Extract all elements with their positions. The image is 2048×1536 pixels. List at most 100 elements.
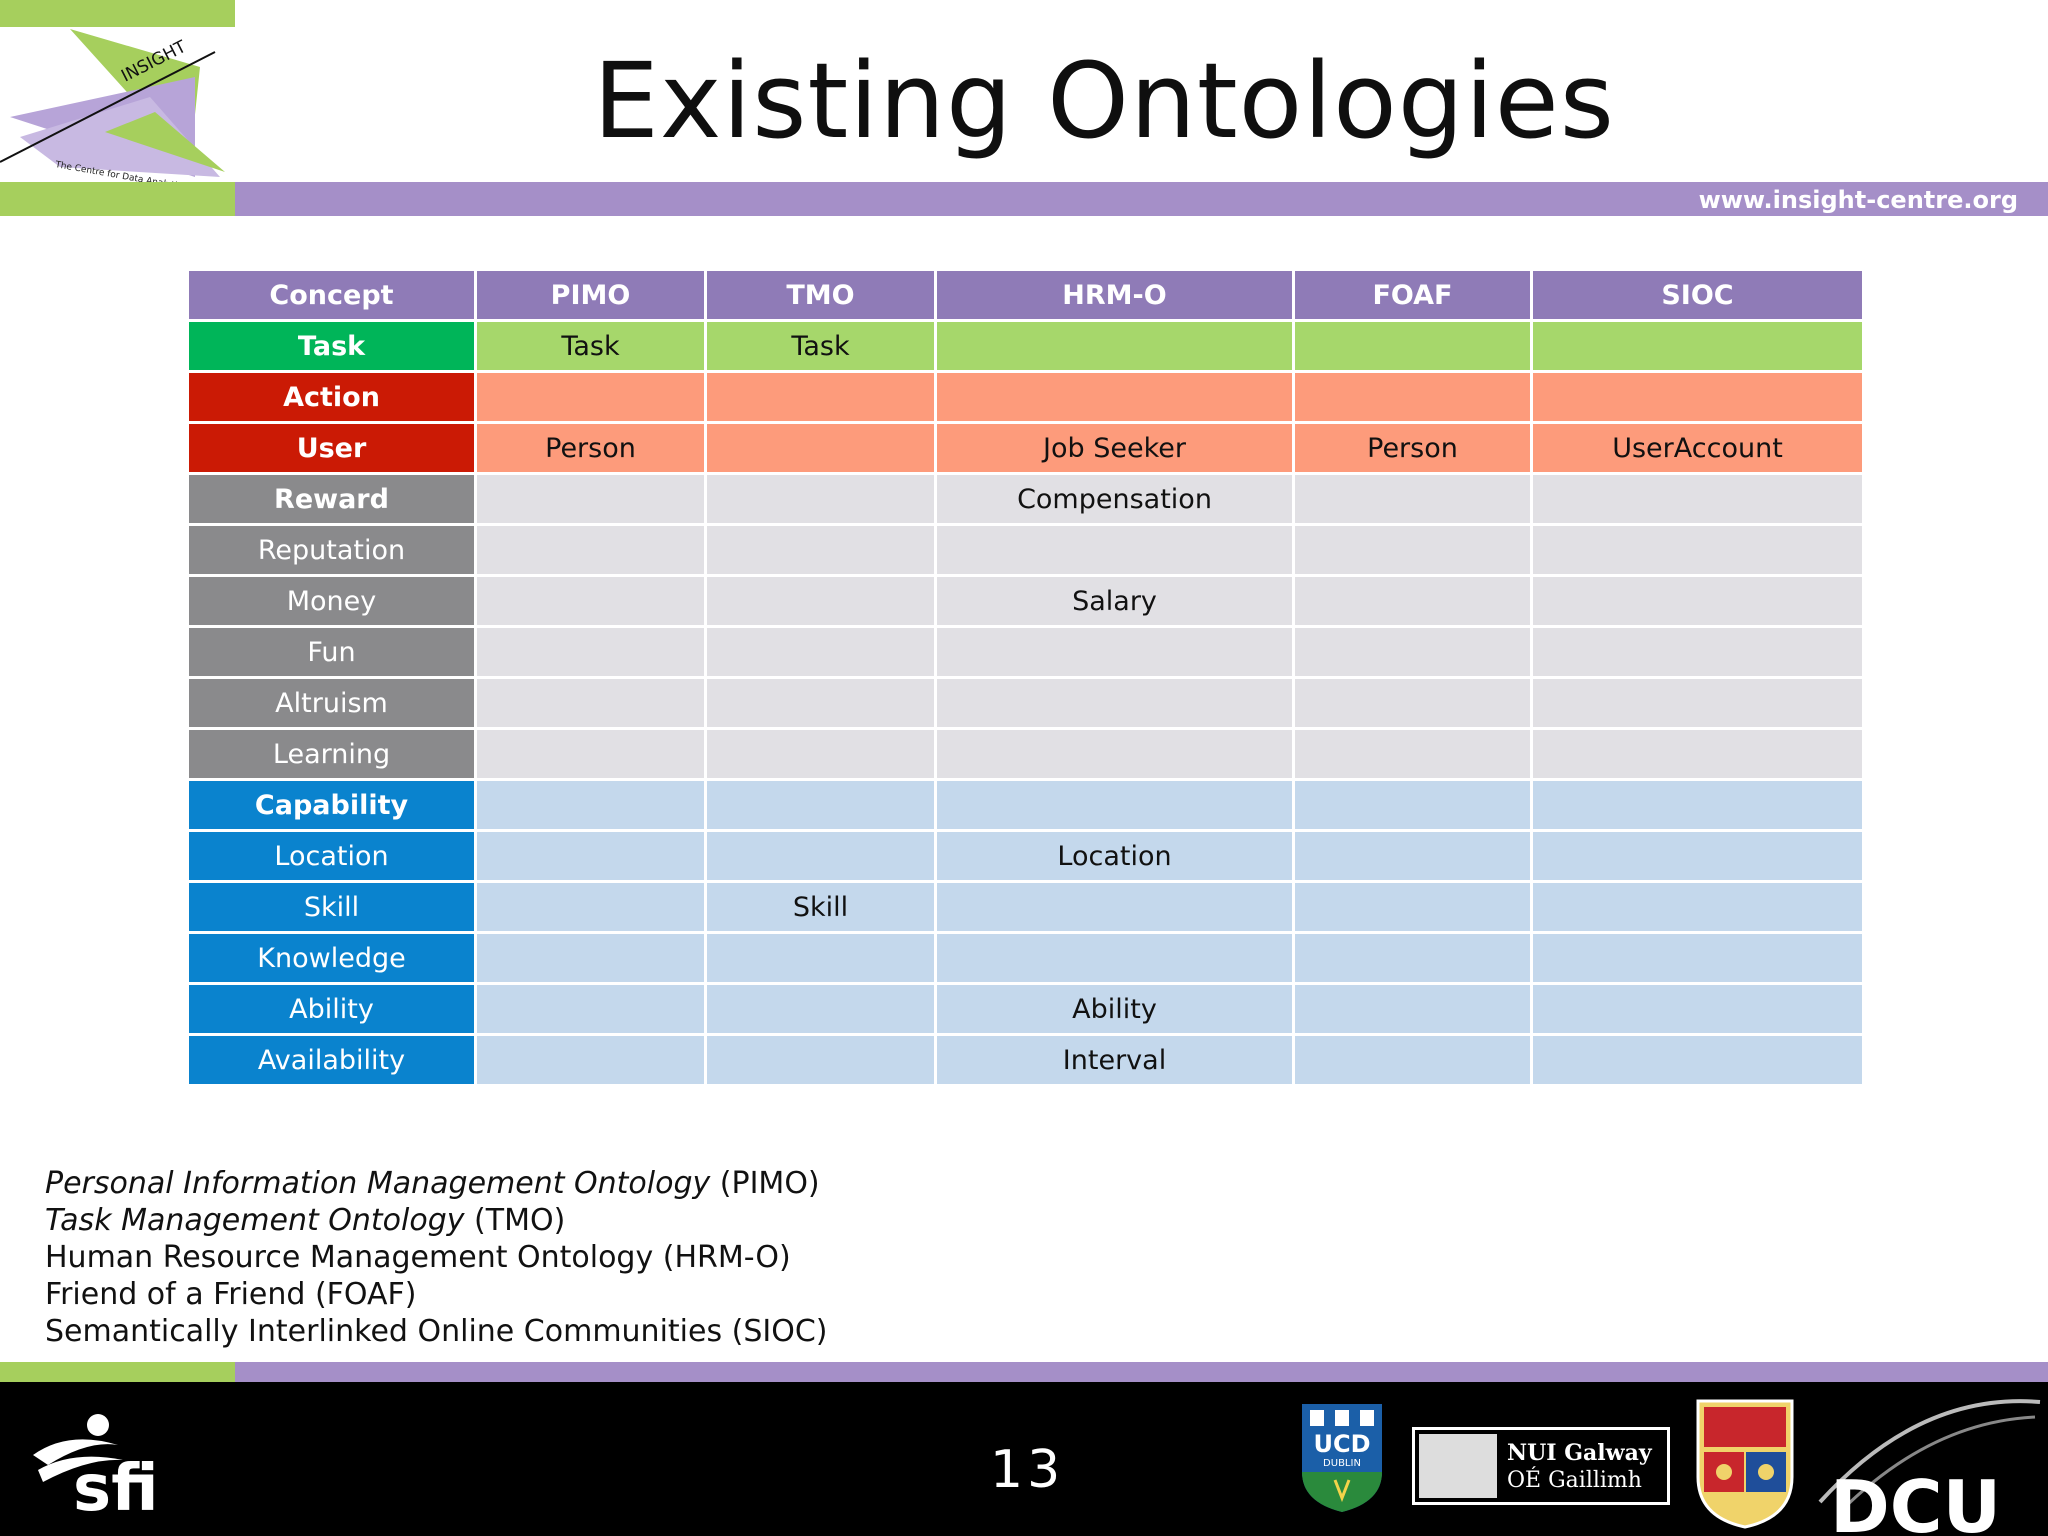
legend-abbr: (TMO) bbox=[464, 1203, 566, 1238]
ucd-logo: UCD DUBLIN bbox=[1302, 1404, 1382, 1512]
table-cell bbox=[934, 778, 1295, 832]
concept-cell: Altruism bbox=[186, 676, 477, 730]
table-cell: Compensation bbox=[934, 472, 1295, 526]
table-row: Availability Interval bbox=[186, 1033, 1865, 1087]
table-cell bbox=[474, 625, 707, 679]
legend-abbr: (PIMO) bbox=[710, 1166, 820, 1201]
legend-item: Human Resource Management Ontology (HRM-… bbox=[45, 1239, 828, 1276]
concept-cell: Task bbox=[186, 319, 477, 373]
nuig-line2: OÉ Gaillimh bbox=[1507, 1468, 1642, 1493]
header-cell: PIMO bbox=[474, 268, 707, 322]
concept-cell: Money bbox=[186, 574, 477, 628]
concept-cell: Ability bbox=[186, 982, 477, 1036]
table-cell bbox=[1530, 472, 1865, 526]
table-cell bbox=[704, 676, 937, 730]
table-cell bbox=[1292, 982, 1533, 1036]
legend-name: Task Management Ontology bbox=[45, 1203, 465, 1238]
legend-item: Semantically Interlinked Online Communit… bbox=[45, 1313, 828, 1350]
concept-cell: Knowledge bbox=[186, 931, 477, 985]
svg-text:DUBLIN: DUBLIN bbox=[1323, 1458, 1361, 1469]
table-row: Task Task Task bbox=[186, 319, 1865, 373]
ontology-table: Concept PIMO TMO HRM-O FOAF SIOC Task Ta… bbox=[186, 268, 1865, 1087]
table-cell: Skill bbox=[704, 880, 937, 934]
table-cell bbox=[704, 982, 937, 1036]
table-cell bbox=[1530, 1033, 1865, 1087]
nui-galway-logo: NUI Galway OÉ Gaillimh bbox=[1412, 1427, 1670, 1505]
concept-cell: Skill bbox=[186, 880, 477, 934]
table-cell bbox=[704, 421, 937, 475]
concept-cell: Reward bbox=[186, 472, 477, 526]
table-cell bbox=[474, 982, 707, 1036]
table-cell bbox=[1292, 370, 1533, 424]
table-cell bbox=[474, 574, 707, 628]
concept-cell: Availability bbox=[186, 1033, 477, 1087]
table-cell bbox=[934, 931, 1295, 985]
table-cell bbox=[704, 829, 937, 883]
table-cell bbox=[1530, 829, 1865, 883]
svg-text:sfi: sfi bbox=[73, 1452, 158, 1520]
table-cell bbox=[1530, 880, 1865, 934]
website-url[interactable]: www.insight-centre.org bbox=[1699, 186, 2018, 214]
nui-galway-building-icon bbox=[1419, 1434, 1497, 1498]
table-cell bbox=[474, 1033, 707, 1087]
table-cell bbox=[1292, 319, 1533, 373]
table-cell: Job Seeker bbox=[934, 421, 1295, 475]
table-cell bbox=[1530, 319, 1865, 373]
concept-cell: Location bbox=[186, 829, 477, 883]
table-cell bbox=[474, 931, 707, 985]
table-cell bbox=[474, 829, 707, 883]
table-cell bbox=[934, 625, 1295, 679]
table-cell bbox=[934, 676, 1295, 730]
table-cell: UserAccount bbox=[1530, 421, 1865, 475]
table-cell bbox=[934, 727, 1295, 781]
table-cell: Person bbox=[1292, 421, 1533, 475]
footer-purple-bar bbox=[235, 1362, 2048, 1382]
abbreviation-legend: Personal Information Management Ontology… bbox=[45, 1165, 828, 1350]
table-cell bbox=[704, 778, 937, 832]
table-row: Money Salary bbox=[186, 574, 1865, 628]
table-cell bbox=[704, 1033, 937, 1087]
legend-name: Friend of a Friend bbox=[45, 1277, 306, 1312]
table-row: Reward Compensation bbox=[186, 472, 1865, 526]
table-cell bbox=[704, 523, 937, 577]
legend-item: Friend of a Friend (FOAF) bbox=[45, 1276, 828, 1313]
table-cell bbox=[474, 727, 707, 781]
header-cell: FOAF bbox=[1292, 268, 1533, 322]
table-cell bbox=[474, 676, 707, 730]
table-cell: Person bbox=[474, 421, 707, 475]
table-row: Knowledge bbox=[186, 931, 1865, 985]
page-title: Existing Ontologies bbox=[593, 40, 1615, 162]
table-cell bbox=[1292, 880, 1533, 934]
table-cell bbox=[934, 523, 1295, 577]
table-cell bbox=[704, 574, 937, 628]
table-row: Location Location bbox=[186, 829, 1865, 883]
table-cell bbox=[934, 319, 1295, 373]
table-cell bbox=[934, 370, 1295, 424]
header-green-bar bbox=[0, 182, 235, 216]
footer-green-bar bbox=[0, 1362, 235, 1382]
table-cell: Interval bbox=[934, 1033, 1295, 1087]
table-cell bbox=[704, 625, 937, 679]
university-crest-icon bbox=[1696, 1399, 1794, 1529]
table-cell: Salary bbox=[934, 574, 1295, 628]
table-cell bbox=[1530, 676, 1865, 730]
legend-name: Semantically Interlinked Online Communit… bbox=[45, 1314, 723, 1349]
table-cell bbox=[1292, 472, 1533, 526]
table-cell bbox=[1292, 829, 1533, 883]
table-cell bbox=[474, 880, 707, 934]
table-cell bbox=[704, 727, 937, 781]
concept-cell: Action bbox=[186, 370, 477, 424]
table-cell bbox=[1292, 727, 1533, 781]
table-row: Skill Skill bbox=[186, 880, 1865, 934]
svg-text:UCD: UCD bbox=[1313, 1430, 1370, 1458]
table-row: Capability bbox=[186, 778, 1865, 832]
legend-abbr: (SIOC) bbox=[722, 1314, 828, 1349]
table-cell bbox=[704, 472, 937, 526]
table-row: User Person Job Seeker Person UserAccoun… bbox=[186, 421, 1865, 475]
table-cell: Task bbox=[474, 319, 707, 373]
legend-abbr: (HRM-O) bbox=[653, 1240, 791, 1275]
table-row: Reputation bbox=[186, 523, 1865, 577]
table-cell bbox=[1530, 574, 1865, 628]
concept-cell: Capability bbox=[186, 778, 477, 832]
table-cell bbox=[1292, 1033, 1533, 1087]
